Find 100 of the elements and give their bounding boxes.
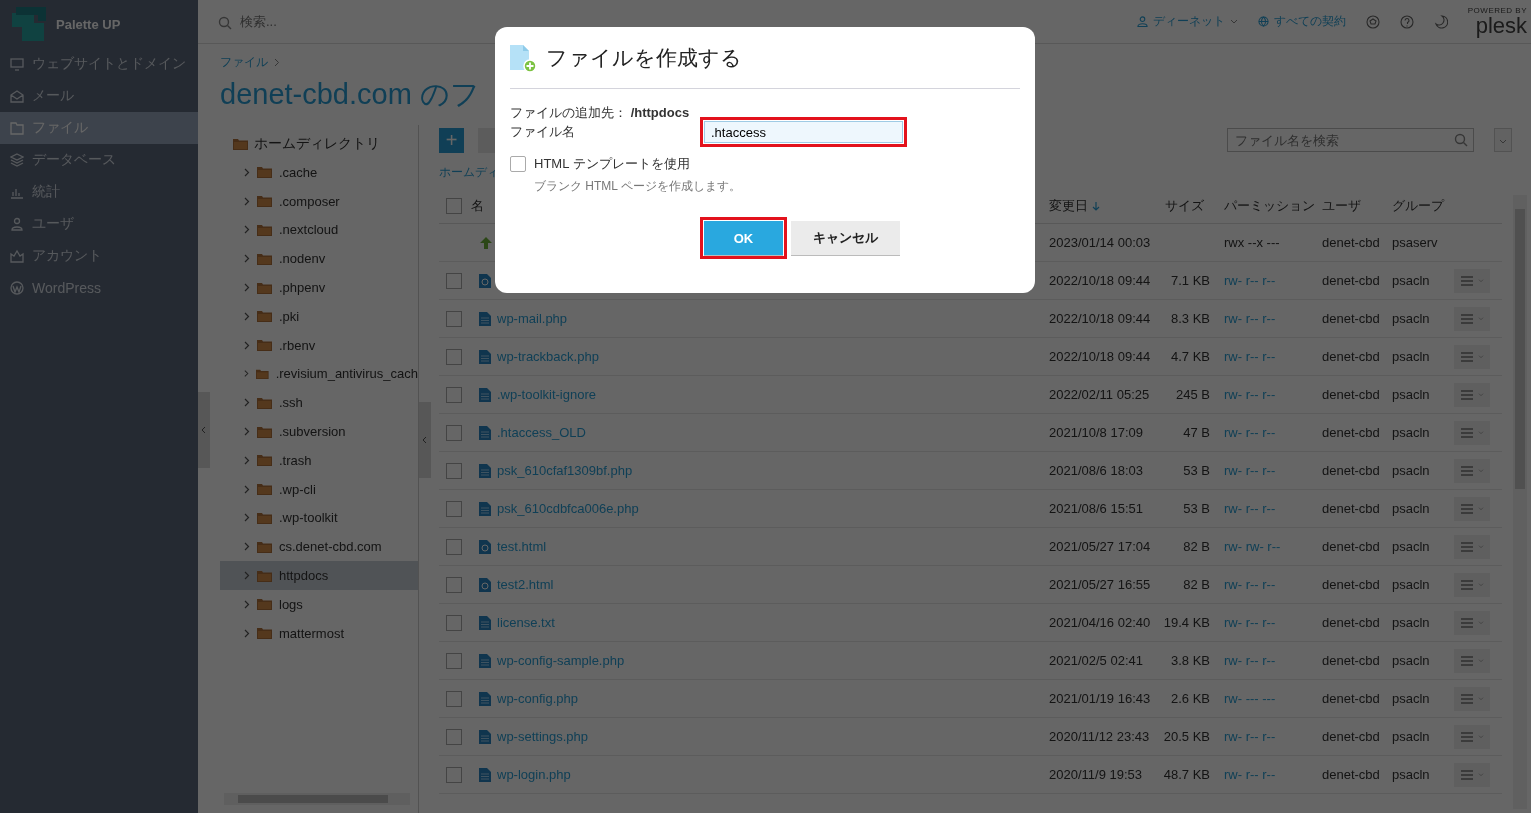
tree-item[interactable]: .ssh bbox=[220, 388, 418, 418]
cancel-button[interactable]: キャンセル bbox=[791, 221, 900, 255]
help-icon[interactable] bbox=[1399, 14, 1414, 29]
tree-item[interactable]: .trash bbox=[220, 445, 418, 475]
checkbox[interactable] bbox=[446, 386, 462, 403]
file-link[interactable]: test.html bbox=[497, 539, 547, 554]
file-link[interactable]: wp-trackback.php bbox=[497, 349, 599, 364]
actions-button[interactable] bbox=[1454, 648, 1490, 673]
ball-icon[interactable] bbox=[1365, 14, 1380, 29]
collapse-handle-icon[interactable] bbox=[419, 402, 431, 478]
tree-item[interactable]: .wp-cli bbox=[220, 474, 418, 504]
web-file-icon bbox=[479, 539, 491, 554]
checkbox[interactable] bbox=[446, 652, 462, 669]
permission-cell[interactable]: rw- r-- r-- bbox=[1212, 387, 1322, 402]
permission-cell[interactable]: rw- r-- r-- bbox=[1212, 767, 1322, 782]
folder-icon bbox=[257, 281, 272, 294]
up-arrow-icon[interactable] bbox=[479, 235, 493, 250]
subscriptions-link[interactable]: すべての契約 bbox=[1257, 13, 1346, 30]
permission-cell[interactable]: rw- r-- r-- bbox=[1212, 425, 1322, 440]
breadcrumb-link[interactable]: ファイル bbox=[220, 54, 268, 71]
file-link[interactable]: wp-config-sample.php bbox=[497, 653, 625, 668]
permission-cell[interactable]: rw- r-- r-- bbox=[1212, 311, 1322, 326]
tree-item[interactable]: .wp-toolkit bbox=[220, 503, 418, 533]
checkbox[interactable] bbox=[446, 348, 462, 365]
file-link[interactable]: wp-settings.php bbox=[497, 729, 589, 744]
actions-button[interactable] bbox=[1454, 762, 1490, 787]
file-link[interactable]: wp-mail.php bbox=[497, 311, 568, 326]
tree-item[interactable]: ホームディレクトリ bbox=[220, 129, 418, 158]
permission-cell[interactable]: rw- rw- r-- bbox=[1212, 539, 1322, 554]
scrollbar[interactable] bbox=[224, 793, 410, 805]
checkbox[interactable] bbox=[446, 538, 462, 555]
checkbox[interactable] bbox=[446, 272, 462, 289]
column-header[interactable]: グループ bbox=[1392, 197, 1454, 215]
column-header[interactable]: サイズ bbox=[1157, 197, 1212, 215]
checkbox[interactable] bbox=[446, 728, 462, 745]
tree-item[interactable]: .composer bbox=[220, 186, 418, 216]
tree-item[interactable]: cs.denet-cbd.com bbox=[220, 532, 418, 562]
permission-cell[interactable]: rw- r-- r-- bbox=[1212, 501, 1322, 516]
actions-button[interactable] bbox=[1454, 610, 1490, 635]
actions-button[interactable] bbox=[1454, 724, 1490, 749]
user-cell-text: denet-cbd bbox=[1322, 349, 1381, 364]
permission-cell[interactable]: rw- r-- r-- bbox=[1212, 653, 1322, 668]
tree-item[interactable]: logs bbox=[220, 589, 418, 619]
file-link[interactable]: psk_610cfaf1309bf.php bbox=[497, 463, 633, 478]
tree-item[interactable]: .nodenv bbox=[220, 244, 418, 274]
actions-button[interactable] bbox=[1454, 268, 1490, 293]
permission-cell[interactable]: rw- r-- r-- bbox=[1212, 577, 1322, 592]
permission-cell[interactable]: rw- r-- r-- bbox=[1212, 729, 1322, 744]
collapse-handle-icon[interactable] bbox=[198, 392, 210, 468]
tree-item[interactable]: .rbenv bbox=[220, 330, 418, 360]
actions-button[interactable] bbox=[1454, 572, 1490, 597]
account-menu[interactable]: ディーネット bbox=[1136, 13, 1238, 30]
toolbar-button[interactable] bbox=[478, 127, 498, 153]
dropdown-button[interactable] bbox=[1494, 128, 1512, 152]
tree-item[interactable]: .revisium_antivirus_cach bbox=[220, 359, 418, 389]
actions-button[interactable] bbox=[1454, 420, 1490, 445]
tree-item[interactable]: .subversion bbox=[220, 417, 418, 446]
column-header[interactable]: 変更日 bbox=[1049, 197, 1157, 215]
tree-item[interactable]: .nextcloud bbox=[220, 215, 418, 245]
column-header[interactable]: ユーザ bbox=[1322, 197, 1392, 215]
tree-item[interactable]: mattermost bbox=[220, 618, 418, 648]
actions-button[interactable] bbox=[1454, 458, 1490, 483]
tree-item[interactable]: .pki bbox=[220, 302, 418, 331]
file-link[interactable]: psk_610cdbfca006e.php bbox=[497, 501, 639, 516]
file-link[interactable]: wp-login.php bbox=[497, 767, 571, 782]
actions-button[interactable] bbox=[1454, 496, 1490, 521]
permission-cell[interactable]: rw- r-- r-- bbox=[1212, 615, 1322, 630]
permission-cell[interactable]: rw- r-- r-- bbox=[1212, 273, 1322, 288]
actions-button[interactable] bbox=[1454, 344, 1490, 369]
user-cell-text: denet-cbd bbox=[1322, 539, 1381, 554]
permission-cell[interactable]: rw- r-- r-- bbox=[1212, 349, 1322, 364]
checkbox[interactable] bbox=[446, 198, 462, 214]
actions-button[interactable] bbox=[1454, 534, 1490, 559]
permission-cell[interactable]: rw- --- --- bbox=[1212, 691, 1322, 706]
permission-cell[interactable]: rw- r-- r-- bbox=[1212, 463, 1322, 478]
checkbox[interactable] bbox=[446, 614, 462, 631]
actions-button[interactable] bbox=[1454, 686, 1490, 711]
actions-button[interactable] bbox=[1454, 382, 1490, 407]
checkbox[interactable] bbox=[510, 156, 526, 172]
checkbox[interactable] bbox=[446, 690, 462, 707]
moon-icon[interactable] bbox=[1433, 14, 1448, 29]
checkbox[interactable] bbox=[446, 766, 462, 783]
tree-item[interactable]: .cache bbox=[220, 158, 418, 187]
actions-button[interactable] bbox=[1454, 306, 1490, 331]
input-field[interactable]: .htaccess bbox=[704, 121, 903, 143]
file-link[interactable]: wp-config.php bbox=[497, 691, 578, 706]
ok-button[interactable]: OK bbox=[704, 221, 783, 255]
checkbox[interactable] bbox=[446, 424, 462, 441]
column-header[interactable]: パーミッション bbox=[1212, 197, 1322, 215]
tree-item[interactable]: httpdocs bbox=[220, 561, 418, 590]
file-link[interactable]: .htaccess_OLD bbox=[497, 425, 586, 440]
checkbox[interactable] bbox=[446, 500, 462, 517]
file-link[interactable]: test2.html bbox=[497, 577, 554, 592]
checkbox[interactable] bbox=[446, 576, 462, 593]
checkbox[interactable] bbox=[446, 462, 462, 479]
file-link[interactable]: .wp-toolkit-ignore bbox=[497, 387, 596, 402]
checkbox[interactable] bbox=[446, 310, 462, 327]
add-button[interactable]: + bbox=[439, 127, 464, 153]
tree-item[interactable]: .phpenv bbox=[220, 273, 418, 302]
file-link[interactable]: license.txt bbox=[497, 615, 555, 630]
